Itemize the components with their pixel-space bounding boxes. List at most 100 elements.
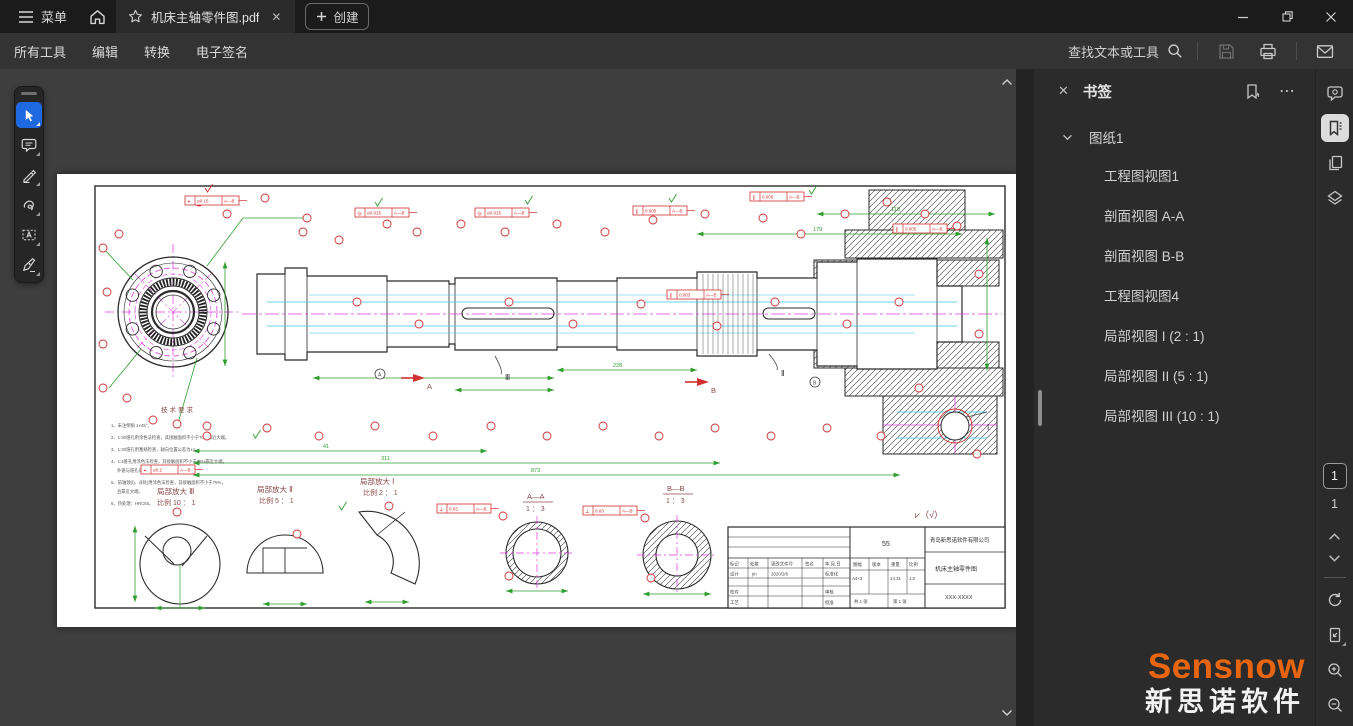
vertical-scrollbar[interactable] <box>1016 69 1034 726</box>
bookmark-item-detail-1[interactable]: 局部视图 I (2 : 1) <box>1034 315 1315 355</box>
previous-page-button[interactable] <box>1328 525 1341 547</box>
palette-drag-handle[interactable] <box>21 92 37 95</box>
svg-text:A—B: A—B <box>514 211 525 216</box>
menu-label: 菜单 <box>41 7 67 26</box>
svg-text:共 1 张: 共 1 张 <box>854 598 868 605</box>
menu-edit[interactable]: 编辑 <box>92 42 118 61</box>
star-icon[interactable] <box>128 9 143 24</box>
chevron-up-icon <box>1328 532 1341 541</box>
svg-text:比例 5 ： 1: 比例 5 ： 1 <box>259 496 294 505</box>
svg-text:局部放大 Ⅰ: 局部放大 Ⅰ <box>360 476 394 486</box>
svg-text:110: 110 <box>891 207 900 213</box>
more-options-icon[interactable]: ⋯ <box>1279 81 1297 101</box>
home-button[interactable] <box>79 5 116 29</box>
document-canvas[interactable]: 41 311 873 179 110 228 <box>0 69 1016 726</box>
search-tools-button[interactable]: 查找文本或工具 <box>1068 42 1183 61</box>
print-button[interactable] <box>1254 38 1282 64</box>
add-bookmark-icon[interactable] <box>1244 83 1261 100</box>
bookmarks-panel-button[interactable] <box>1321 114 1349 142</box>
detail-view-2: 局部放大 Ⅱ 比例 5 ： 1 <box>247 484 323 573</box>
lasso-tool-button[interactable] <box>16 192 42 218</box>
svg-text:14.31: 14.31 <box>890 576 902 581</box>
annotation-icon <box>1326 84 1344 102</box>
total-pages-label: 1 <box>1331 497 1338 511</box>
zoom-out-button[interactable] <box>1321 691 1349 719</box>
svg-text:B—B: B—B <box>667 484 685 493</box>
email-button[interactable] <box>1311 38 1339 64</box>
select-tool-button[interactable] <box>16 102 42 128</box>
svg-text:Ⅲ: Ⅲ <box>505 373 510 382</box>
zoom-in-icon <box>1326 661 1344 679</box>
close-button[interactable] <box>1309 0 1353 33</box>
next-page-button[interactable] <box>1328 547 1341 569</box>
toolbar-divider <box>1296 42 1297 60</box>
svg-text:A—B: A—B <box>224 199 235 204</box>
print-icon <box>1259 43 1277 60</box>
menu-convert[interactable]: 转换 <box>144 42 170 61</box>
svg-text:A—B: A—B <box>180 468 191 473</box>
pdf-page[interactable]: 41 311 873 179 110 228 <box>57 174 1016 627</box>
signature-tool-button[interactable] <box>16 252 42 278</box>
close-icon <box>1325 11 1337 23</box>
menu-all-tools[interactable]: 所有工具 <box>14 42 66 61</box>
bookmark-item-view1[interactable]: 工程图视图1 <box>1034 155 1315 195</box>
svg-text:局部放大 Ⅱ: 局部放大 Ⅱ <box>257 484 293 494</box>
home-icon <box>89 9 106 25</box>
rotate-view-button[interactable] <box>1321 586 1349 614</box>
create-button[interactable]: 创建 <box>305 3 369 30</box>
tab-close-icon[interactable]: ✕ <box>267 8 285 26</box>
zoom-in-button[interactable] <box>1321 656 1349 684</box>
menu-esign[interactable]: 电子签名 <box>196 42 248 61</box>
svg-text:55: 55 <box>882 541 890 548</box>
save-button[interactable] <box>1212 38 1240 64</box>
canvas-scroll-down[interactable] <box>998 704 1016 722</box>
svg-text:⌀0.2: ⌀0.2 <box>153 468 162 473</box>
bookmark-item-section-bb[interactable]: 剖面视图 B-B <box>1034 235 1315 275</box>
canvas-scroll-up[interactable] <box>998 73 1016 91</box>
svg-text:A—B: A—B <box>789 195 800 200</box>
svg-text:1 ： 3: 1 ： 3 <box>666 498 685 505</box>
svg-text:比例 2 ： 1: 比例 2 ： 1 <box>363 488 398 497</box>
current-page-input[interactable]: 1 <box>1323 463 1347 489</box>
document-tab[interactable]: 机床主轴零件图.pdf ✕ <box>116 0 295 33</box>
svg-text:比例 10 ： 1: 比例 10 ： 1 <box>157 498 196 507</box>
bookmark-item-detail-2[interactable]: 局部视图 II (5 : 1) <box>1034 355 1315 395</box>
bookmarks-tree: 图纸1 工程图视图1 剖面视图 A-A 剖面视图 B-B 工程图视图4 局部视图… <box>1034 119 1315 435</box>
chevron-up-icon <box>1001 78 1013 86</box>
minimize-button[interactable] <box>1221 0 1265 33</box>
svg-text:0.03: 0.03 <box>595 509 604 514</box>
chevron-down-icon <box>1001 709 1013 717</box>
panel-resize-grip[interactable] <box>1038 390 1042 426</box>
comment-tool-button[interactable] <box>16 132 42 158</box>
svg-text:⌀0.15: ⌀0.15 <box>197 199 209 204</box>
svg-text:且靠近大端。: 且靠近大端。 <box>117 488 143 495</box>
bookmark-item-view4[interactable]: 工程图视图4 <box>1034 275 1315 315</box>
svg-text:0.003: 0.003 <box>679 293 691 298</box>
layers-icon <box>1326 189 1344 207</box>
text-box-tool-button[interactable] <box>16 222 42 248</box>
chevron-down-icon[interactable] <box>1062 134 1073 141</box>
bookmark-root[interactable]: 图纸1 <box>1034 119 1315 155</box>
fit-page-button[interactable] <box>1321 621 1349 649</box>
bookmark-item-detail-3[interactable]: 局部视图 III (10 : 1) <box>1034 395 1315 435</box>
svg-text:0.005: 0.005 <box>905 227 917 232</box>
svg-text:XXX-XXXX: XXX-XXXX <box>945 595 973 601</box>
layers-panel-button[interactable] <box>1321 184 1349 212</box>
main-menu-button[interactable]: 菜单 <box>12 3 73 30</box>
svg-text:311: 311 <box>381 456 390 462</box>
cursor-icon <box>22 108 37 123</box>
pencil-tool-button[interactable] <box>16 162 42 188</box>
svg-text:∥: ∥ <box>896 227 899 233</box>
comments-panel-button[interactable] <box>1321 79 1349 107</box>
svg-text:版本: 版本 <box>872 561 881 568</box>
bookmark-item-section-aa[interactable]: 剖面视图 A-A <box>1034 195 1315 235</box>
pages-panel-button[interactable] <box>1321 149 1349 177</box>
bookmarks-panel: ✕ 书签 ⋯ 图纸1 工程图视图1 剖面视图 A-A 剖面视图 B-B 工程图视… <box>1034 69 1315 726</box>
tab-title: 机床主轴零件图.pdf <box>151 7 259 26</box>
restore-button[interactable] <box>1265 0 1309 33</box>
panel-close-icon[interactable]: ✕ <box>1058 83 1069 99</box>
minimize-icon <box>1237 11 1249 23</box>
svg-text:228: 228 <box>613 363 622 369</box>
right-icon-rail: 1 1 <box>1315 69 1353 726</box>
svg-text:A—B: A—B <box>672 209 683 214</box>
